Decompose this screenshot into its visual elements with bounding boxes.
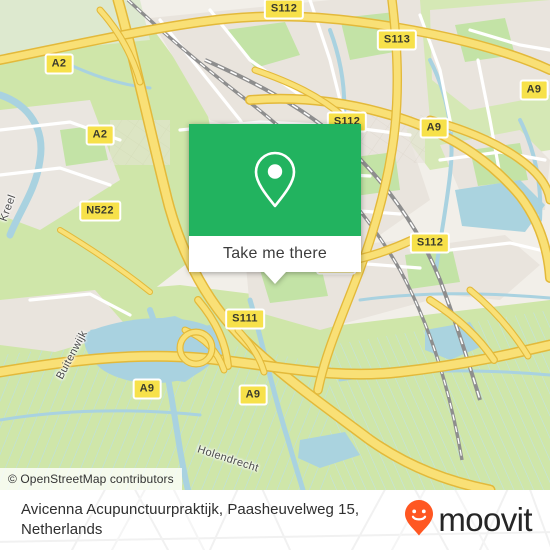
location-title: Avicenna Acupunctuurpraktijk, Paasheuvel… [21,501,360,538]
road-shield: S111 [225,308,265,330]
moovit-logo[interactable]: moovit [404,499,533,542]
take-me-there-label: Take me there [223,245,327,262]
road-shield: A9 [132,378,162,400]
moovit-smiley-pin-icon [404,499,434,542]
road-shield: N522 [79,200,121,222]
road-shield: A2 [44,53,74,75]
location-popup-card: Take me there [189,124,361,284]
location-pin-icon [252,150,298,210]
moovit-location-card: S112S113A2A9A2S112A9N522S112S111S111A9A9… [0,0,550,550]
road-shield: A9 [519,79,549,101]
map-attribution[interactable]: © OpenStreetMap contributors [0,468,182,490]
road-shield: S112 [263,0,305,20]
road-shield: A9 [238,384,268,406]
take-me-there-button[interactable]: Take me there [189,236,361,284]
attribution-text: © OpenStreetMap contributors [8,472,174,486]
road-shield: A9 [419,117,449,139]
popup-pointer-tail [264,272,286,284]
moovit-wordmark: moovit [438,500,532,538]
road-shield: S113 [376,29,418,51]
footer-bar: Avicenna Acupunctuurpraktijk, Paasheuvel… [0,490,550,550]
popup-image-panel [189,124,361,236]
road-shield: S112 [409,232,451,254]
road-shield: A2 [85,124,115,146]
